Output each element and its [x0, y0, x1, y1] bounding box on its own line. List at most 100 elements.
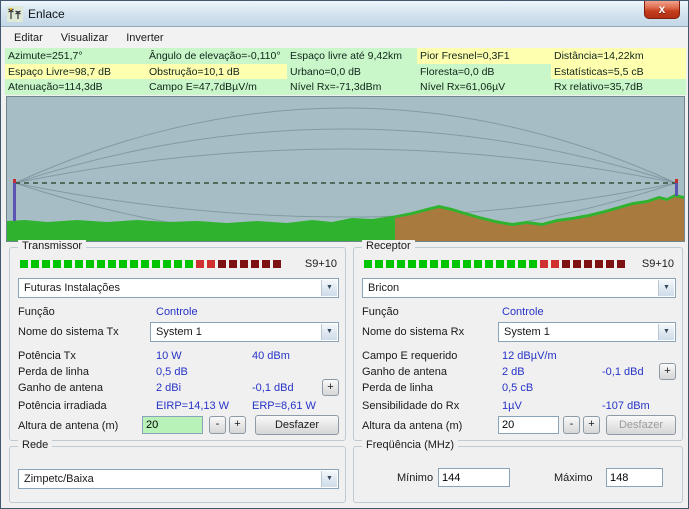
rx-campo-row: Campo E requerido 12 dBµV/m	[354, 350, 682, 365]
tx-potencia-dbm: 40 dBm	[252, 350, 290, 362]
rx-signal-level: S9+10	[636, 258, 674, 270]
rx-altura-label: Altura da antena (m)	[362, 420, 462, 432]
transmitter-group-label: Transmissor	[18, 240, 86, 252]
rx-sistema-combo[interactable]: System 1 ▼	[498, 322, 676, 342]
tx-perda-value: 0,5 dB	[156, 366, 188, 378]
menu-inverter[interactable]: Inverter	[117, 29, 172, 47]
rx-unit-combo-value: Bricon	[368, 282, 655, 294]
rx-sens-label: Sensibilidade do Rx	[362, 400, 459, 412]
tx-signal-level: S9+10	[299, 258, 337, 270]
app-icon	[7, 6, 23, 22]
frequency-group-label: Freqüência (MHz)	[362, 439, 458, 451]
chevron-down-icon: ▼	[658, 324, 674, 340]
freq-max-label: Máximo	[554, 472, 593, 484]
info-cell: Estatísticas=5,5 cB	[551, 64, 686, 80]
rx-desfazer-button: Desfazer	[606, 415, 676, 435]
tx-irradiada-row: Potência irradiada EIRP=14,13 W ERP=8,61…	[10, 400, 345, 415]
tx-antenna-plus-button[interactable]: +	[322, 379, 339, 396]
tx-potencia-row: Potência Tx 10 W 40 dBm	[10, 350, 345, 365]
freq-max-input[interactable]	[606, 468, 663, 487]
info-cell: Atenuação=114,3dB	[5, 79, 146, 95]
frequency-group: Freqüência (MHz) Mínimo Máximo	[353, 446, 683, 503]
rx-altura-input[interactable]	[498, 416, 559, 434]
tx-potencia-label: Potência Tx	[18, 350, 76, 362]
tx-unit-combo-value: Futuras Instalações	[24, 282, 318, 294]
tx-perda-row: Perda de linha 0,5 dB	[10, 366, 345, 381]
rx-funcao-value: Controle	[502, 306, 544, 318]
tx-desfazer-button[interactable]: Desfazer	[255, 415, 339, 435]
info-cell: Espaço Livre=98,7 dB	[5, 64, 146, 80]
info-cell: Distância=14,22km	[551, 48, 686, 64]
rx-sens-row: Sensibilidade do Rx 1µV -107 dBm	[354, 400, 682, 415]
rx-sens-dbm: -107 dBm	[602, 400, 650, 412]
info-cell: Nível Rx=-71,3dBm	[287, 79, 417, 95]
tx-ganho-row: Ganho de antena 2 dBi -0,1 dBd	[10, 382, 345, 397]
rede-combo[interactable]: Zimpetc/Baixa ▼	[18, 469, 339, 489]
tx-altura-label: Altura de antena (m)	[18, 420, 118, 432]
tx-irradiada-label: Potência irradiada	[18, 400, 107, 412]
info-cell: Pior Fresnel=0,3F1	[417, 48, 551, 64]
tx-erp-value: ERP=8,61 W	[252, 400, 316, 412]
info-cell: Obstrução=10,1 dB	[146, 64, 287, 80]
tx-unit-combo[interactable]: Futuras Instalações ▼	[18, 278, 339, 298]
rx-unit-combo[interactable]: Bricon ▼	[362, 278, 676, 298]
tx-potencia-watts: 10 W	[156, 350, 182, 362]
tx-altura-input[interactable]	[142, 416, 203, 434]
tx-altura-minus-button[interactable]: -	[209, 416, 226, 434]
chevron-down-icon: ▼	[321, 280, 337, 296]
rx-antenna-plus-button[interactable]: +	[659, 363, 676, 380]
titlebar[interactable]: Enlace x	[1, 1, 688, 27]
rx-ganho-row: Ganho de antena 2 dB -0,1 dBd	[354, 366, 682, 381]
tx-signal-bar	[20, 260, 289, 268]
info-cell: Floresta=0,0 dB	[417, 64, 551, 80]
freq-min-label: Mínimo	[397, 472, 433, 484]
rx-perda-label: Perda de linha	[362, 382, 433, 394]
menubar: Editar Visualizar Inverter	[1, 27, 688, 48]
info-cell: Espaço livre até 9,42km	[287, 48, 417, 64]
rede-group: Rede Zimpetc/Baixa ▼	[9, 446, 346, 503]
info-cell: Campo E=47,7dBµV/m	[146, 79, 287, 95]
rx-perda-row: Perda de linha 0,5 cB	[354, 382, 682, 397]
rede-combo-value: Zimpetc/Baixa	[24, 473, 318, 485]
profile-svg	[7, 97, 684, 241]
tx-antenna-marker	[13, 183, 16, 221]
tx-antenna-tip	[13, 179, 16, 183]
rx-sistema-combo-value: System 1	[504, 326, 655, 338]
rx-campo-value: 12 dBµV/m	[502, 350, 557, 362]
rx-antenna-tip	[675, 179, 678, 183]
rx-funcao-label: Função	[362, 306, 399, 318]
tx-altura-plus-button[interactable]: +	[229, 416, 246, 434]
rx-ganho-dbd: -0,1 dBd	[602, 366, 644, 378]
tx-perda-label: Perda de linha	[18, 366, 89, 378]
close-icon: x	[659, 2, 666, 16]
chevron-down-icon: ▼	[321, 471, 337, 487]
rx-sens-uv: 1µV	[502, 400, 522, 412]
tx-sistema-label: Nome do sistema Tx	[18, 326, 119, 338]
close-button[interactable]: x	[644, 1, 680, 19]
info-cell: Azimute=251,7°	[5, 48, 146, 64]
chevron-down-icon: ▼	[658, 280, 674, 296]
rede-group-label: Rede	[18, 439, 52, 451]
tx-signal-row: S9+10	[20, 258, 337, 270]
rx-altura-minus-button[interactable]: -	[563, 416, 580, 434]
rx-ganho-db: 2 dB	[502, 366, 525, 378]
rx-perda-value: 0,5 cB	[502, 382, 533, 394]
rx-antenna-marker	[675, 183, 678, 196]
tx-ganho-dbi: 2 dBi	[156, 382, 181, 394]
info-cell: Ângulo de elevação=-0,110°	[146, 48, 287, 64]
tx-funcao-row: Função Controle	[10, 306, 345, 321]
info-cell: Rx relativo=35,7dB	[551, 79, 686, 95]
rx-signal-bar	[364, 260, 626, 268]
tx-ganho-label: Ganho de antena	[18, 382, 103, 394]
freq-min-input[interactable]	[438, 468, 510, 487]
menu-editar[interactable]: Editar	[5, 29, 52, 47]
info-cell: Urbano=0,0 dB	[287, 64, 417, 80]
tx-ganho-dbd: -0,1 dBd	[252, 382, 294, 394]
receiver-group: Receptor S9+10 Bricon ▼ Função Controle …	[353, 247, 683, 441]
menu-visualizar[interactable]: Visualizar	[52, 29, 118, 47]
rx-funcao-row: Função Controle	[354, 306, 682, 321]
rx-altura-plus-button[interactable]: +	[583, 416, 600, 434]
tx-funcao-value: Controle	[156, 306, 198, 318]
tx-funcao-label: Função	[18, 306, 55, 318]
tx-sistema-combo[interactable]: System 1 ▼	[150, 322, 339, 342]
